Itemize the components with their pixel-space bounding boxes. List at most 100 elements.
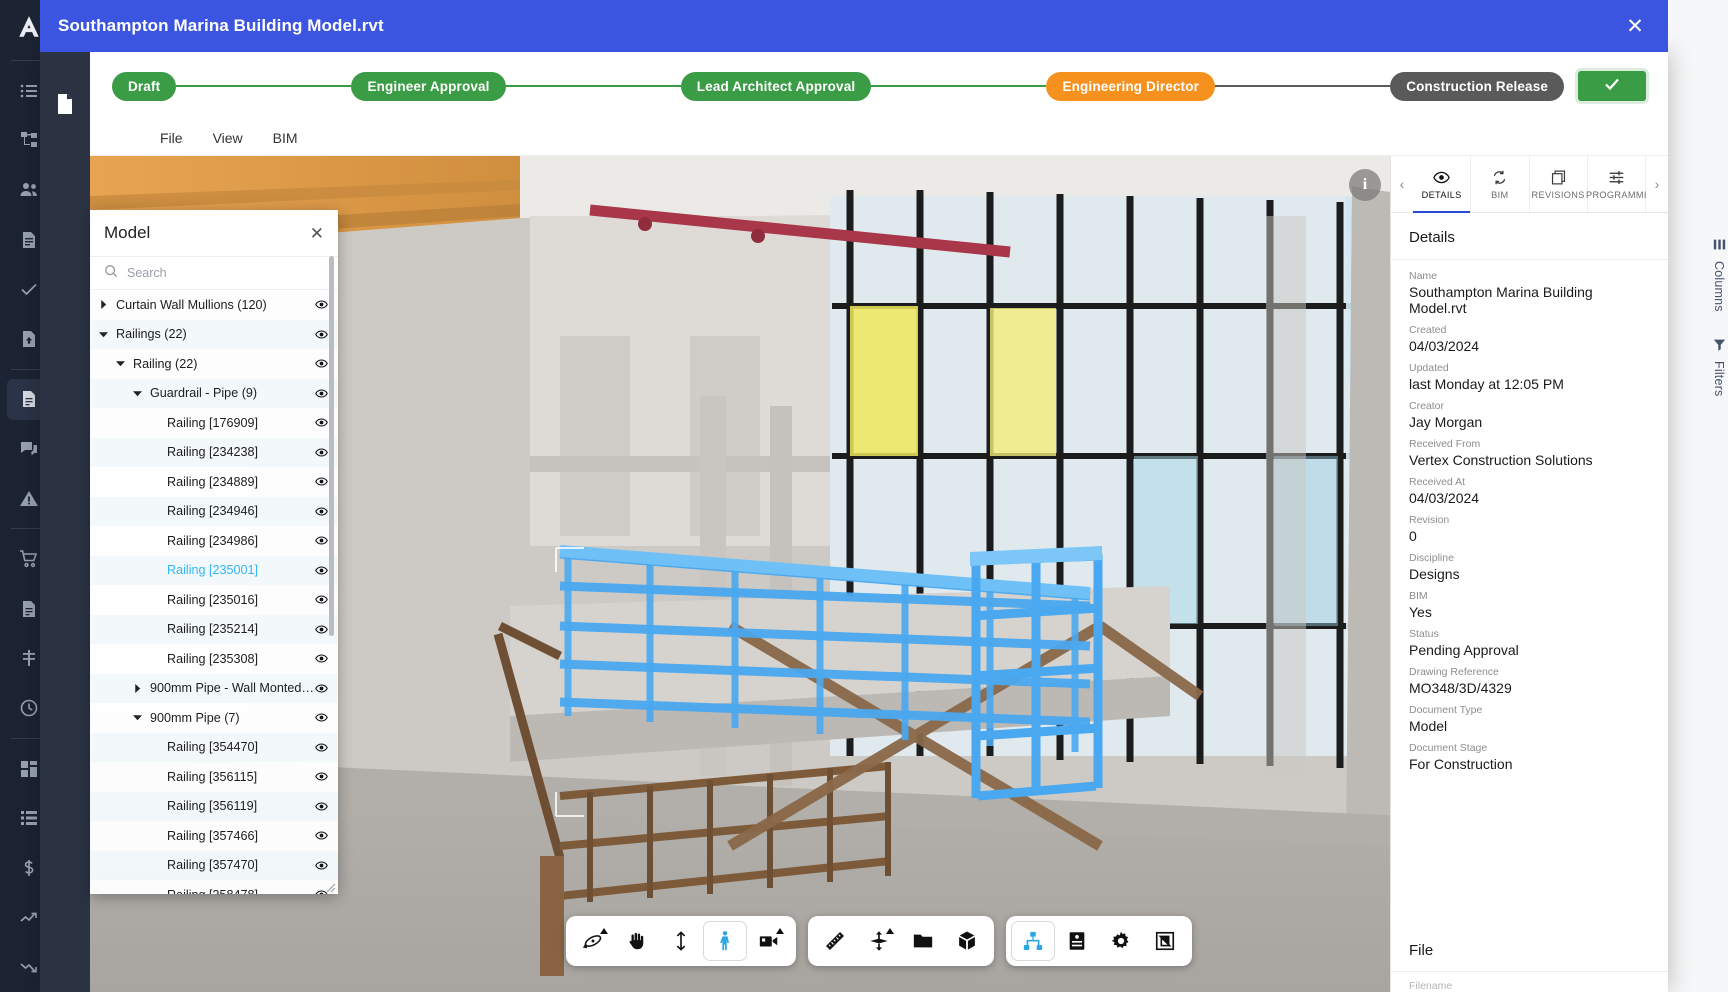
viewport-info-button[interactable]: i [1349, 169, 1381, 201]
menu-bim[interactable]: BIM [273, 130, 298, 146]
tree-row[interactable]: Railing [356115] [90, 762, 338, 792]
detail-field-key: Updated [1409, 362, 1449, 374]
tree-row[interactable]: Railing [235016] [90, 585, 338, 615]
caret-down-icon[interactable] [130, 389, 144, 398]
workflow-step-construction-release[interactable]: Construction Release [1390, 71, 1565, 101]
camera-tool[interactable] [747, 921, 791, 961]
workflow-step-engineer-approval[interactable]: Engineer Approval [351, 71, 506, 101]
caret-down-icon[interactable] [113, 359, 127, 368]
gear-icon[interactable] [1099, 921, 1143, 961]
eye-icon[interactable] [315, 505, 328, 518]
eye-icon[interactable] [315, 416, 328, 429]
model-tree-scrollbar[interactable] [329, 256, 334, 636]
tree-row[interactable]: Railing [234986] [90, 526, 338, 556]
ruler-icon[interactable] [813, 921, 857, 961]
detail-field: Drawing Reference MO348/3D/4329 [1391, 658, 1668, 696]
model-tree-search[interactable] [90, 256, 338, 290]
eye-icon[interactable] [315, 387, 328, 400]
search-input[interactable] [127, 266, 324, 280]
tree-row[interactable]: Railing [357466] [90, 821, 338, 851]
eye-icon[interactable] [315, 800, 328, 813]
tree-row[interactable]: Railing [357470] [90, 850, 338, 880]
eye-icon[interactable] [315, 623, 328, 636]
detail-field: Name Southampton Marina Building Model.rv… [1391, 262, 1668, 316]
cube-icon[interactable] [945, 921, 989, 961]
tree-row[interactable]: Railing [235308] [90, 644, 338, 674]
menu-file[interactable]: File [160, 130, 183, 146]
tree-row[interactable]: Railing [176909] [90, 408, 338, 438]
filter-icon [1713, 338, 1726, 354]
tree-row[interactable]: 900mm Pipe (7) [90, 703, 338, 733]
eye-icon[interactable] [315, 829, 328, 842]
tree-row[interactable]: 900mm Pipe - Wall Monted (2) [90, 673, 338, 703]
tabs-prev-arrow[interactable]: ‹ [1391, 156, 1413, 212]
workflow-step-draft[interactable]: Draft [112, 71, 177, 101]
detail-field-key: Drawing Reference [1409, 666, 1499, 678]
eye-icon[interactable] [315, 475, 328, 488]
modal-document-icon[interactable] [45, 84, 85, 124]
model-tree-toggle[interactable] [1011, 921, 1055, 961]
section-tool[interactable] [857, 921, 901, 961]
close-icon[interactable]: ✕ [310, 225, 324, 242]
folder-icon[interactable] [901, 921, 945, 961]
tab-details[interactable]: DETAILS [1413, 156, 1472, 213]
eye-icon[interactable] [315, 298, 328, 311]
workflow-step-lead-architect-approval[interactable]: Lead Architect Approval [680, 71, 872, 101]
tree-row-label: Railing [357466] [167, 828, 259, 843]
eye-icon[interactable] [315, 357, 328, 370]
tree-row[interactable]: Railing [235214] [90, 614, 338, 644]
tree-row[interactable]: Railings (22) [90, 319, 338, 349]
tree-row[interactable]: Railing [234889] [90, 467, 338, 497]
file-section-title: File [1391, 926, 1668, 972]
close-icon[interactable]: ✕ [1620, 11, 1650, 41]
tab-revisions[interactable]: REVISIONS [1530, 156, 1588, 212]
right-tab-columns[interactable]: Columns [1712, 238, 1726, 312]
tree-row[interactable]: Guardrail - Pipe (9) [90, 378, 338, 408]
approve-button[interactable] [1578, 71, 1647, 101]
pan-hand-icon[interactable] [615, 921, 659, 961]
caret-down-icon[interactable] [130, 713, 144, 722]
details-panel: ‹ DETAILS BIM REVISIONS PROGRAMMI › Deta… [1390, 156, 1668, 992]
tree-row[interactable]: Curtain Wall Mullions (120) [90, 290, 338, 320]
orbit-tool[interactable] [571, 921, 615, 961]
tree-row[interactable]: Railing [356119] [90, 791, 338, 821]
tab-bim[interactable]: BIM [1471, 156, 1530, 212]
detail-field-key: BIM [1409, 590, 1428, 602]
tree-row[interactable]: Railing (22) [90, 349, 338, 379]
tree-row[interactable]: Railing [234238] [90, 437, 338, 467]
model-tree-list[interactable]: Curtain Wall Mullions (120) Railings (22)… [90, 290, 338, 894]
resize-handle-icon[interactable] [324, 880, 336, 893]
fullscreen-icon[interactable] [1143, 921, 1187, 961]
menu-view[interactable]: View [213, 130, 243, 146]
right-tab-filters[interactable]: Filters [1712, 338, 1726, 396]
eye-icon[interactable] [315, 328, 328, 341]
caret-right-icon[interactable] [130, 683, 144, 693]
tree-row[interactable]: Railing [235001] [90, 555, 338, 585]
zoom-vertical-icon[interactable] [659, 921, 703, 961]
workflow-connector-1 [176, 85, 352, 87]
caret-down-icon[interactable] [96, 330, 110, 339]
tabs-next-arrow[interactable]: › [1646, 156, 1668, 212]
tree-row[interactable]: Railing [354470] [90, 732, 338, 762]
eye-icon[interactable] [315, 859, 328, 872]
workflow-step-engineering-director[interactable]: Engineering Director [1046, 71, 1216, 101]
eye-icon[interactable] [315, 711, 328, 724]
eye-icon[interactable] [315, 534, 328, 547]
first-person-tool[interactable] [703, 921, 747, 961]
eye-icon[interactable] [315, 770, 328, 783]
eye-icon[interactable] [315, 682, 328, 695]
eye-icon[interactable] [315, 741, 328, 754]
eye-icon[interactable] [315, 652, 328, 665]
tree-row[interactable]: Railing [358478] [90, 880, 338, 894]
check-icon [1602, 74, 1622, 99]
caret-right-icon[interactable] [96, 300, 110, 310]
tab-programme[interactable]: PROGRAMMI [1586, 156, 1646, 212]
eye-icon[interactable] [315, 446, 328, 459]
eye-icon[interactable] [315, 564, 328, 577]
properties-icon[interactable] [1055, 921, 1099, 961]
detail-field: Creator Jay Morgan [1391, 392, 1668, 430]
details-fields: Name Southampton Marina Building Model.rv… [1391, 260, 1668, 926]
tree-row[interactable]: Railing [234946] [90, 496, 338, 526]
detail-field-value: Southampton Marina Building Model.rvt [1409, 284, 1593, 316]
eye-icon[interactable] [315, 593, 328, 606]
